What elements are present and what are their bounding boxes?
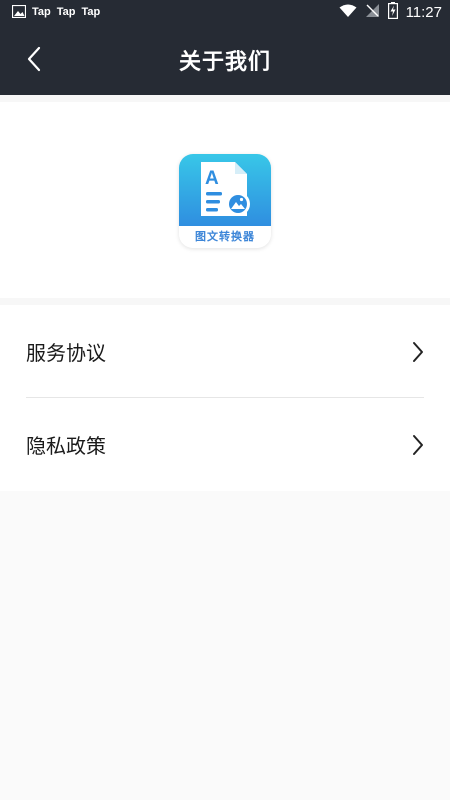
menu-item-service-agreement[interactable]: 服务协议 — [0, 305, 450, 398]
notification-tap-3: Tap — [81, 6, 101, 18]
notification-tap-1: Tap — [32, 6, 51, 18]
notification-area: Tap Tap Tap — [11, 3, 101, 22]
wifi-icon — [339, 3, 357, 22]
menu-item-label: 服务协议 — [26, 341, 106, 365]
empty-content-area — [0, 491, 450, 800]
svg-text:A: A — [205, 168, 219, 189]
app-icon: A 图文转换器 — [179, 154, 271, 248]
settings-menu: 服务协议 隐私政策 — [0, 305, 450, 491]
image-icon — [11, 3, 27, 22]
chevron-right-icon — [412, 434, 424, 456]
header-bar: 关于我们 — [0, 24, 450, 95]
app-icon-graphic: A — [179, 154, 271, 226]
status-time: 11:27 — [405, 3, 442, 21]
chevron-right-icon — [412, 341, 424, 363]
app-logo-section: A 图文转换器 — [0, 102, 450, 298]
menu-item-privacy-policy[interactable]: 隐私政策 — [0, 398, 450, 491]
page-title: 关于我们 — [178, 50, 271, 75]
menu-item-label: 隐私政策 — [26, 434, 106, 458]
notification-tap-2: Tap — [56, 6, 76, 18]
battery-charging-icon — [387, 1, 398, 23]
status-bar: Tap Tap Tap 11:27 — [0, 0, 450, 24]
no-signal-icon — [365, 3, 380, 22]
app-icon-label: 图文转换器 — [179, 226, 271, 248]
